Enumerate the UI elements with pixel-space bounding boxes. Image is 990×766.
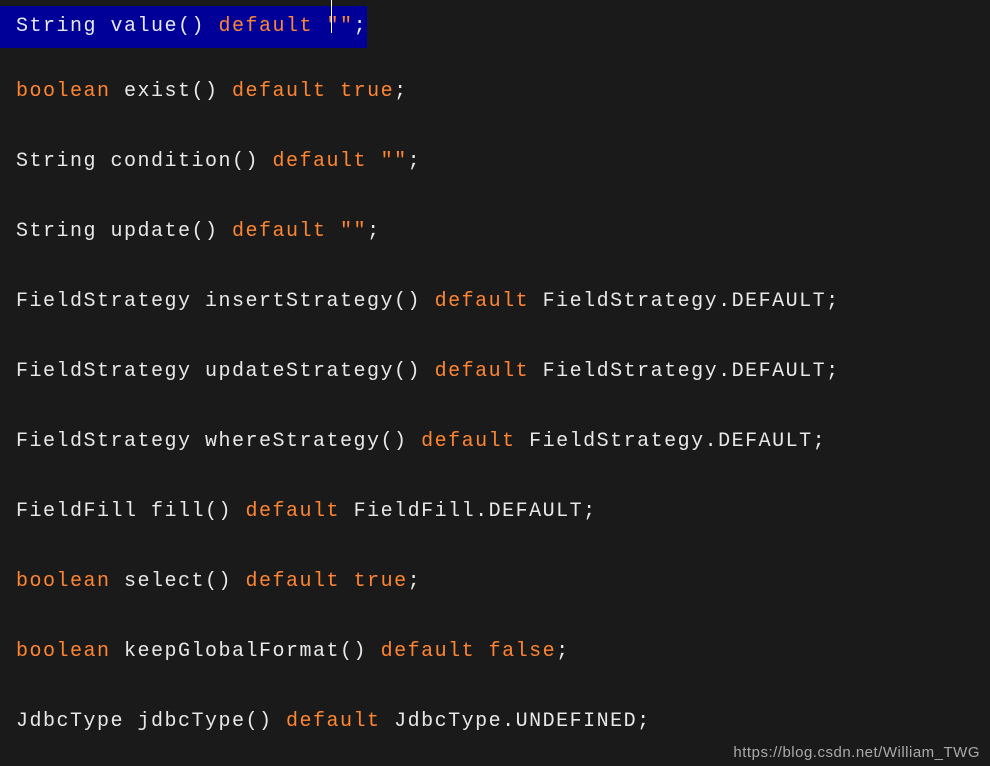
token: ;	[556, 640, 570, 663]
token: default	[435, 360, 530, 383]
code-line-8[interactable]: boolean select() default true;	[16, 566, 421, 598]
code-line-10[interactable]: JdbcType jdbcType() default JdbcType.UND…	[16, 706, 651, 738]
token: default	[273, 150, 381, 173]
token: default	[246, 500, 341, 523]
token: true	[354, 570, 408, 593]
code-line-6[interactable]: FieldStrategy whereStrategy() default Fi…	[16, 426, 826, 458]
code-line-3[interactable]: String update() default "";	[16, 216, 381, 248]
text-cursor	[331, 0, 332, 33]
token: default	[219, 15, 327, 38]
token: default	[381, 640, 489, 663]
token: keepGlobalFormat()	[111, 640, 381, 663]
token: ""	[340, 220, 367, 243]
token: default	[232, 80, 340, 103]
token: boolean	[16, 80, 111, 103]
token: JdbcType.UNDEFINED;	[381, 710, 651, 733]
token: ;	[408, 570, 422, 593]
token: FieldFill.DEFAULT;	[340, 500, 597, 523]
code-line-9[interactable]: boolean keepGlobalFormat() default false…	[16, 636, 570, 668]
token: String condition()	[16, 150, 273, 173]
token: FieldStrategy.DEFAULT;	[529, 360, 840, 383]
code-line-0[interactable]: String value() default "";	[0, 6, 367, 48]
token: FieldStrategy.DEFAULT;	[529, 290, 840, 313]
token: String update()	[16, 220, 232, 243]
token: exist()	[111, 80, 233, 103]
token: default	[246, 570, 354, 593]
token: default	[421, 430, 516, 453]
token: false	[489, 640, 557, 663]
token: boolean	[16, 570, 111, 593]
token: true	[340, 80, 394, 103]
token: default	[232, 220, 340, 243]
token: FieldStrategy.DEFAULT;	[516, 430, 827, 453]
token: FieldFill fill()	[16, 500, 246, 523]
token: default	[435, 290, 530, 313]
code-line-5[interactable]: FieldStrategy updateStrategy() default F…	[16, 356, 840, 388]
code-line-7[interactable]: FieldFill fill() default FieldFill.DEFAU…	[16, 496, 597, 528]
token: String value()	[16, 15, 219, 38]
token: FieldStrategy updateStrategy()	[16, 360, 435, 383]
token: ;	[394, 80, 408, 103]
watermark: https://blog.csdn.net/William_TWG	[733, 744, 980, 761]
token: boolean	[16, 640, 111, 663]
token: FieldStrategy insertStrategy()	[16, 290, 435, 313]
token: FieldStrategy whereStrategy()	[16, 430, 421, 453]
code-editor[interactable]: String value() default "";boolean exist(…	[0, 0, 990, 766]
token: ""	[381, 150, 408, 173]
token: default	[286, 710, 381, 733]
token: select()	[111, 570, 246, 593]
token: ;	[408, 150, 422, 173]
code-line-1[interactable]: boolean exist() default true;	[16, 76, 408, 108]
code-line-4[interactable]: FieldStrategy insertStrategy() default F…	[16, 286, 840, 318]
token: JdbcType jdbcType()	[16, 710, 286, 733]
code-line-2[interactable]: String condition() default "";	[16, 146, 421, 178]
token: ;	[367, 220, 381, 243]
token: ;	[354, 15, 368, 38]
